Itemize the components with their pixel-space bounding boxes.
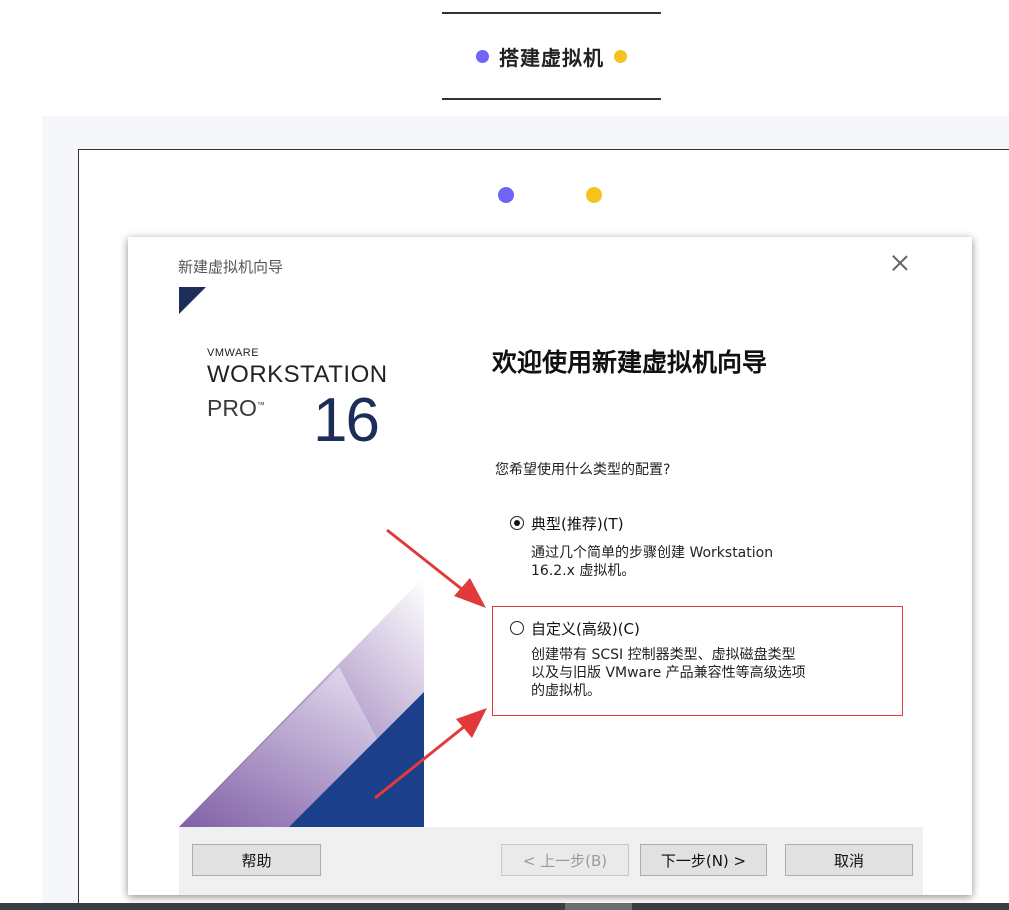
purple-dot-icon xyxy=(476,49,489,63)
typical-option-label[interactable]: 典型(推荐)(T) xyxy=(531,513,624,534)
close-icon[interactable] xyxy=(888,251,912,275)
frame-decoration xyxy=(498,187,608,207)
new-vm-wizard-dialog: 新建虚拟机向导 VMWARE WORKSTATION PRO™ 16 欢迎使用新… xyxy=(128,237,972,895)
heading-bottom-rule xyxy=(442,98,661,100)
dialog-title: 新建虚拟机向导 xyxy=(178,258,284,276)
custom-radio[interactable] xyxy=(510,621,524,635)
section-heading-text: 搭建虚拟机 xyxy=(499,45,604,70)
cancel-button[interactable]: 取消 xyxy=(785,844,913,876)
custom-option-label[interactable]: 自定义(高级)(C) xyxy=(531,618,640,639)
help-button[interactable]: 帮助 xyxy=(192,844,321,876)
dialog-footer: 帮助 < 上一步(B) 下一步(N) > 取消 xyxy=(179,827,923,895)
brand-edition-text: PRO xyxy=(207,395,257,421)
typical-radio[interactable] xyxy=(510,516,524,530)
next-button[interactable]: 下一步(N) > xyxy=(640,844,767,876)
bottom-bar xyxy=(0,903,1009,910)
heading-row: 搭建虚拟机 xyxy=(442,40,661,72)
brand-edition: PRO™ xyxy=(207,395,265,422)
yellow-dot-icon xyxy=(614,49,627,63)
back-button[interactable]: < 上一步(B) xyxy=(501,844,629,876)
brand-artwork xyxy=(179,577,424,827)
custom-option-desc-3: 的虚拟机。 xyxy=(531,683,601,699)
brand-version: 16 xyxy=(313,386,380,455)
brand-company: VMWARE xyxy=(207,347,260,359)
section-heading: 搭建虚拟机 xyxy=(442,12,661,100)
typical-option-desc-1: 通过几个简单的步骤创建 Workstation xyxy=(531,545,774,561)
yellow-dot-icon xyxy=(586,187,602,203)
brand-corner-triangle xyxy=(179,287,206,314)
heading-top-rule xyxy=(442,12,661,14)
trademark-symbol: ™ xyxy=(256,400,265,410)
custom-option-desc-2: 以及与旧版 VMware 产品兼容性等高级选项 xyxy=(531,665,806,681)
purple-dot-icon xyxy=(498,187,514,203)
typical-option-desc-2: 16.2.x 虚拟机。 xyxy=(531,563,636,579)
welcome-title: 欢迎使用新建虚拟机向导 xyxy=(492,348,768,377)
bottom-bar-segment xyxy=(565,903,632,910)
config-question: 您希望使用什么类型的配置? xyxy=(495,462,671,478)
custom-option-desc-1: 创建带有 SCSI 控制器类型、虚拟磁盘类型 xyxy=(531,647,796,663)
